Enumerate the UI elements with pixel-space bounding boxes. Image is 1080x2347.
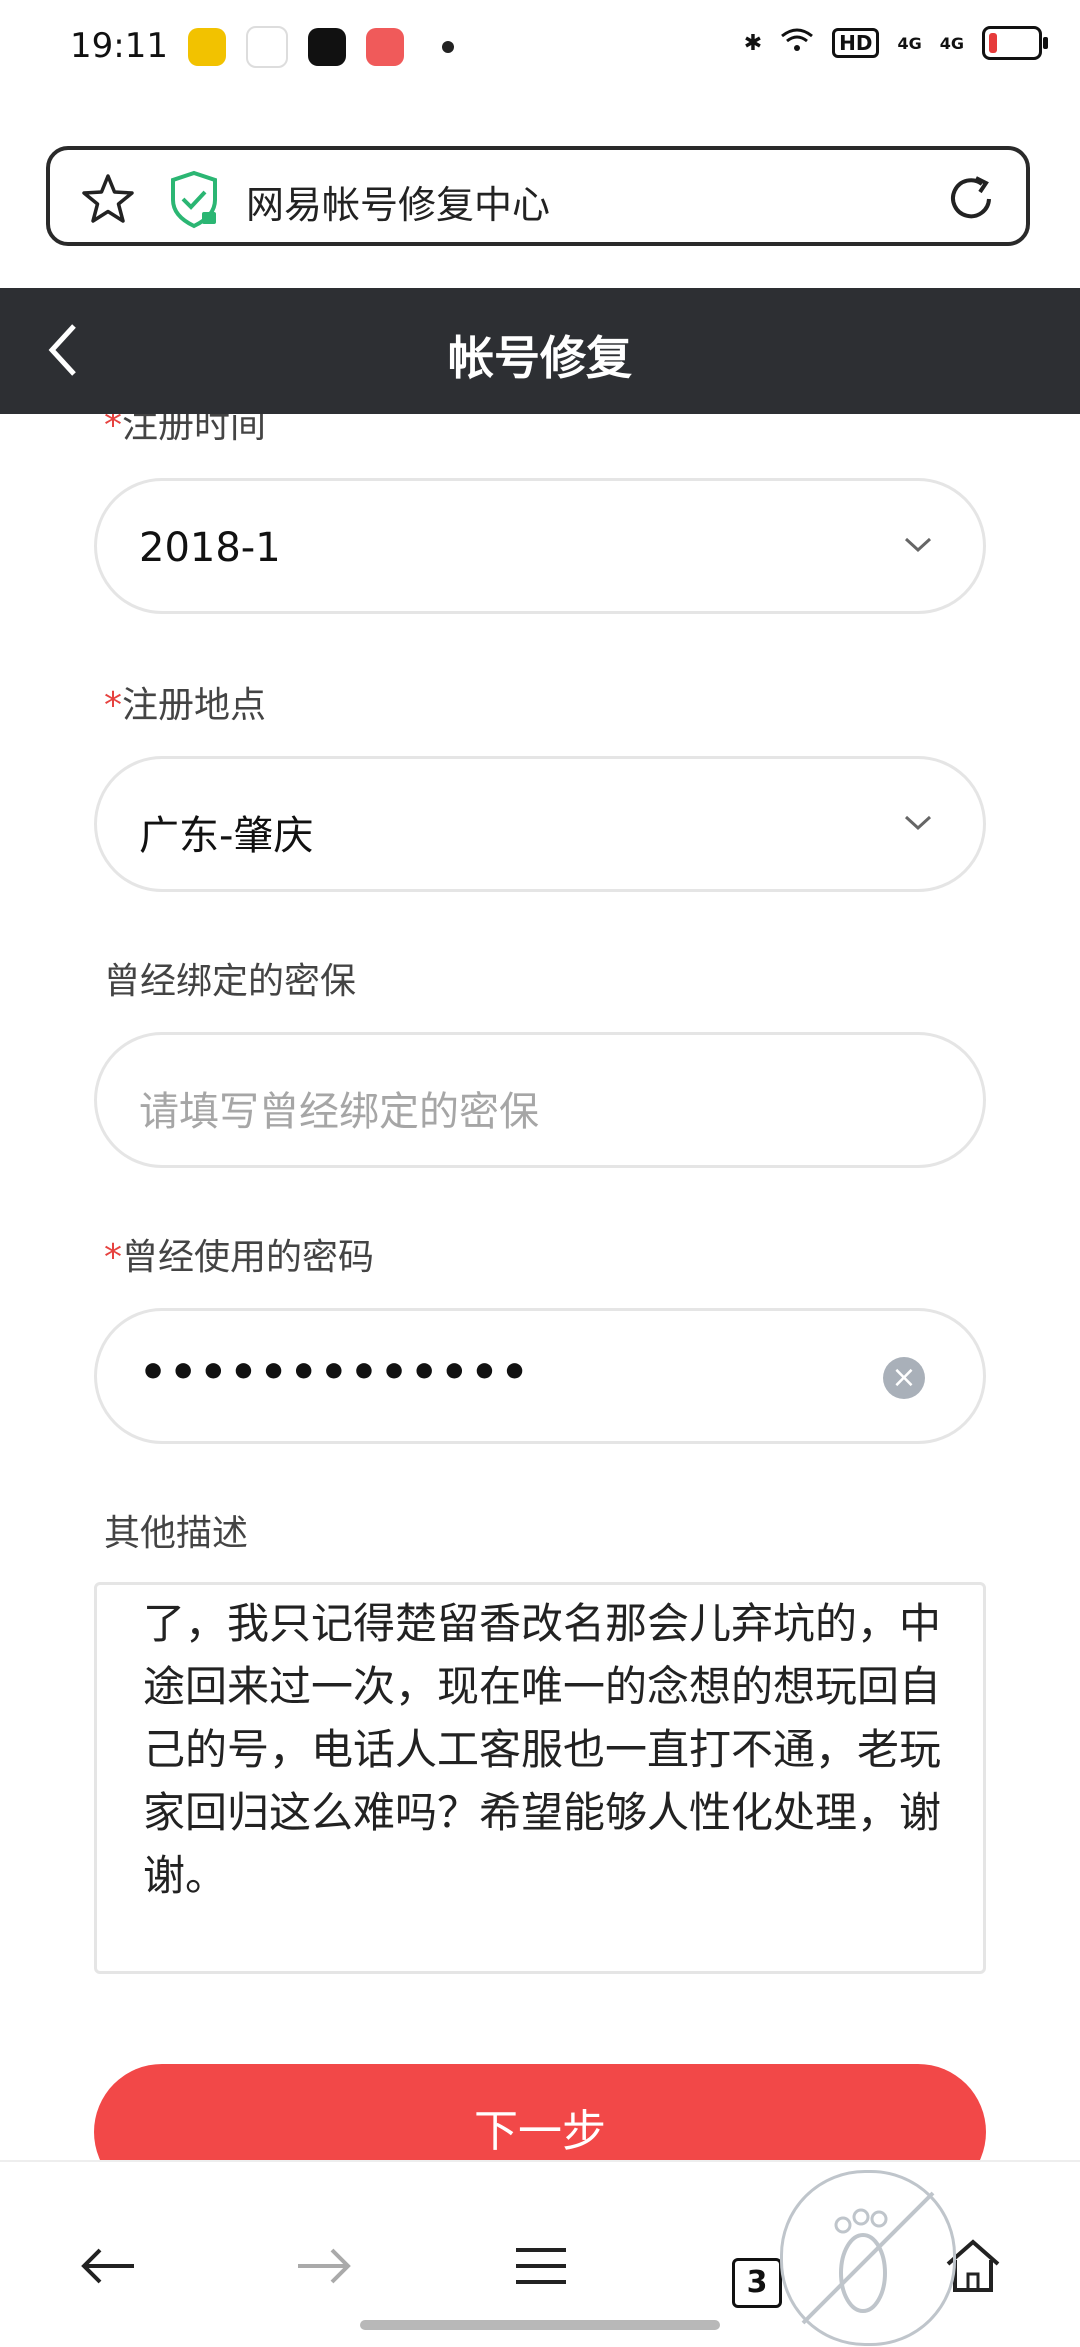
signal-icon: 4G: [939, 33, 964, 53]
register-place-value: 广东-肇庆: [139, 813, 314, 859]
register-time-label-text: 注册时间: [122, 414, 267, 446]
app-notification-icon: [188, 28, 226, 66]
security-placeholder: 请填写曾经绑定的密保: [139, 1089, 539, 1135]
tabs-count-button[interactable]: 3: [732, 2258, 782, 2308]
app-notification-icon: [308, 28, 346, 66]
password-value: •••••••••••••: [139, 1347, 531, 1398]
register-time-value: 2018-1: [139, 525, 281, 571]
description-label: 其他描述: [104, 1513, 249, 1554]
app-notification-icon: [366, 28, 404, 66]
register-time-label: *注册时间: [104, 414, 266, 448]
chevron-down-icon: [903, 813, 933, 837]
page-title: 网易帐号修复中心: [246, 183, 551, 227]
status-bar: 19:11 ✱ HD 4G 4G: [0, 0, 1080, 96]
security-label: 曾经绑定的密保: [104, 961, 357, 1002]
system-indicators: ✱ HD 4G 4G: [743, 26, 1048, 60]
security-input[interactable]: 请填写曾经绑定的密保: [94, 1032, 986, 1168]
security-shield-icon: [168, 170, 220, 234]
address-bar[interactable]: 网易帐号修复中心: [46, 146, 1030, 246]
chevron-down-icon: [903, 535, 933, 559]
wifi-icon: [780, 27, 814, 59]
bluetooth-icon: ✱: [743, 30, 763, 56]
register-place-label-text: 注册地点: [122, 685, 267, 726]
password-label: *曾经使用的密码: [104, 1228, 374, 1280]
password-label-text: 曾经使用的密码: [122, 1237, 375, 1278]
home-indicator[interactable]: [360, 2320, 720, 2330]
register-place-label: *注册地点: [104, 676, 266, 728]
password-input[interactable]: ••••••••••••• ×: [94, 1308, 986, 1444]
app-notification-icon: [246, 26, 288, 68]
forward-arrow-icon[interactable]: [296, 2246, 352, 2290]
next-step-button[interactable]: 下一步: [94, 2064, 986, 2160]
more-notifications-dot: [442, 41, 454, 53]
required-mark: *: [104, 685, 122, 726]
register-time-select[interactable]: 2018-1: [94, 478, 986, 614]
reload-icon[interactable]: [944, 172, 998, 230]
menu-icon[interactable]: [514, 2246, 568, 2290]
form-content[interactable]: *注册时间 2018-1 *注册地点 广东-肇庆 曾经绑定的密保 请填写曾经绑定…: [0, 414, 1080, 2160]
bookmark-star-icon[interactable]: [80, 172, 136, 232]
register-place-select[interactable]: 广东-肇庆: [94, 756, 986, 892]
description-text: 下了机号1862011e205也已经不用好久了，我只记得楚留香改名那会儿弃坑的，…: [143, 1599, 942, 1900]
footprint-watermark-icon: [780, 2170, 956, 2346]
battery-icon: [982, 26, 1048, 60]
required-mark: *: [104, 414, 122, 446]
status-time: 19:11: [70, 26, 168, 66]
page-header: 帐号修复: [0, 288, 1080, 414]
clear-input-icon[interactable]: ×: [883, 1357, 925, 1399]
header-title: 帐号修复: [448, 331, 632, 385]
hd-voice-icon: HD: [832, 28, 880, 58]
back-arrow-icon[interactable]: [80, 2246, 136, 2290]
signal-icon: 4G: [897, 33, 922, 53]
description-textarea[interactable]: 下了机号1862011e205也已经不用好久了，我只记得楚留香改名那会儿弃坑的，…: [94, 1582, 986, 1974]
notification-icons: [188, 26, 454, 68]
required-mark: *: [104, 1237, 122, 1278]
